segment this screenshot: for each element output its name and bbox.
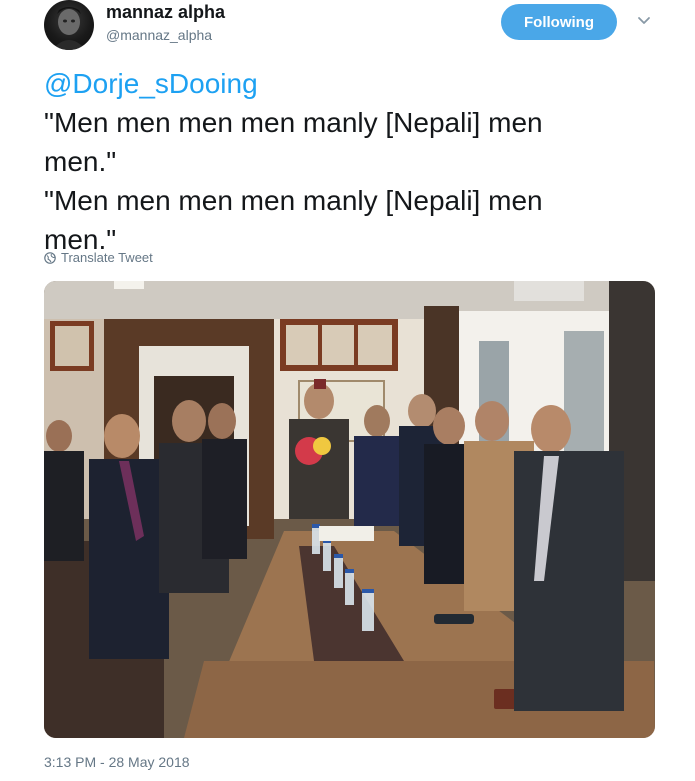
meeting-photo — [44, 281, 655, 738]
avatar-image — [52, 7, 86, 50]
tweet-header: mannaz alpha @mannaz_alpha Following — [44, 0, 664, 52]
globe-icon — [44, 251, 56, 264]
tweet-photo[interactable] — [44, 281, 655, 738]
translate-tweet-link[interactable]: Translate Tweet — [44, 250, 153, 265]
tweet-line: men." — [44, 146, 117, 177]
user-handle[interactable]: @mannaz_alpha — [106, 27, 212, 43]
chevron-down-icon[interactable] — [636, 12, 652, 28]
translate-label[interactable]: Translate Tweet — [61, 250, 153, 265]
following-button[interactable]: Following — [501, 4, 617, 40]
mention-link[interactable]: @Dorje_sDooing — [44, 64, 644, 103]
tweet-text: @Dorje_sDooing "Men men men men manly [N… — [44, 64, 644, 259]
tweet-line: "Men men men men manly [Nepali] men — [44, 107, 543, 138]
tweet-line: "Men men men men manly [Nepali] men — [44, 185, 543, 216]
avatar[interactable] — [44, 0, 94, 50]
tweet-timestamp[interactable]: 3:13 PM - 28 May 2018 — [44, 754, 190, 770]
display-name[interactable]: mannaz alpha — [106, 2, 225, 23]
